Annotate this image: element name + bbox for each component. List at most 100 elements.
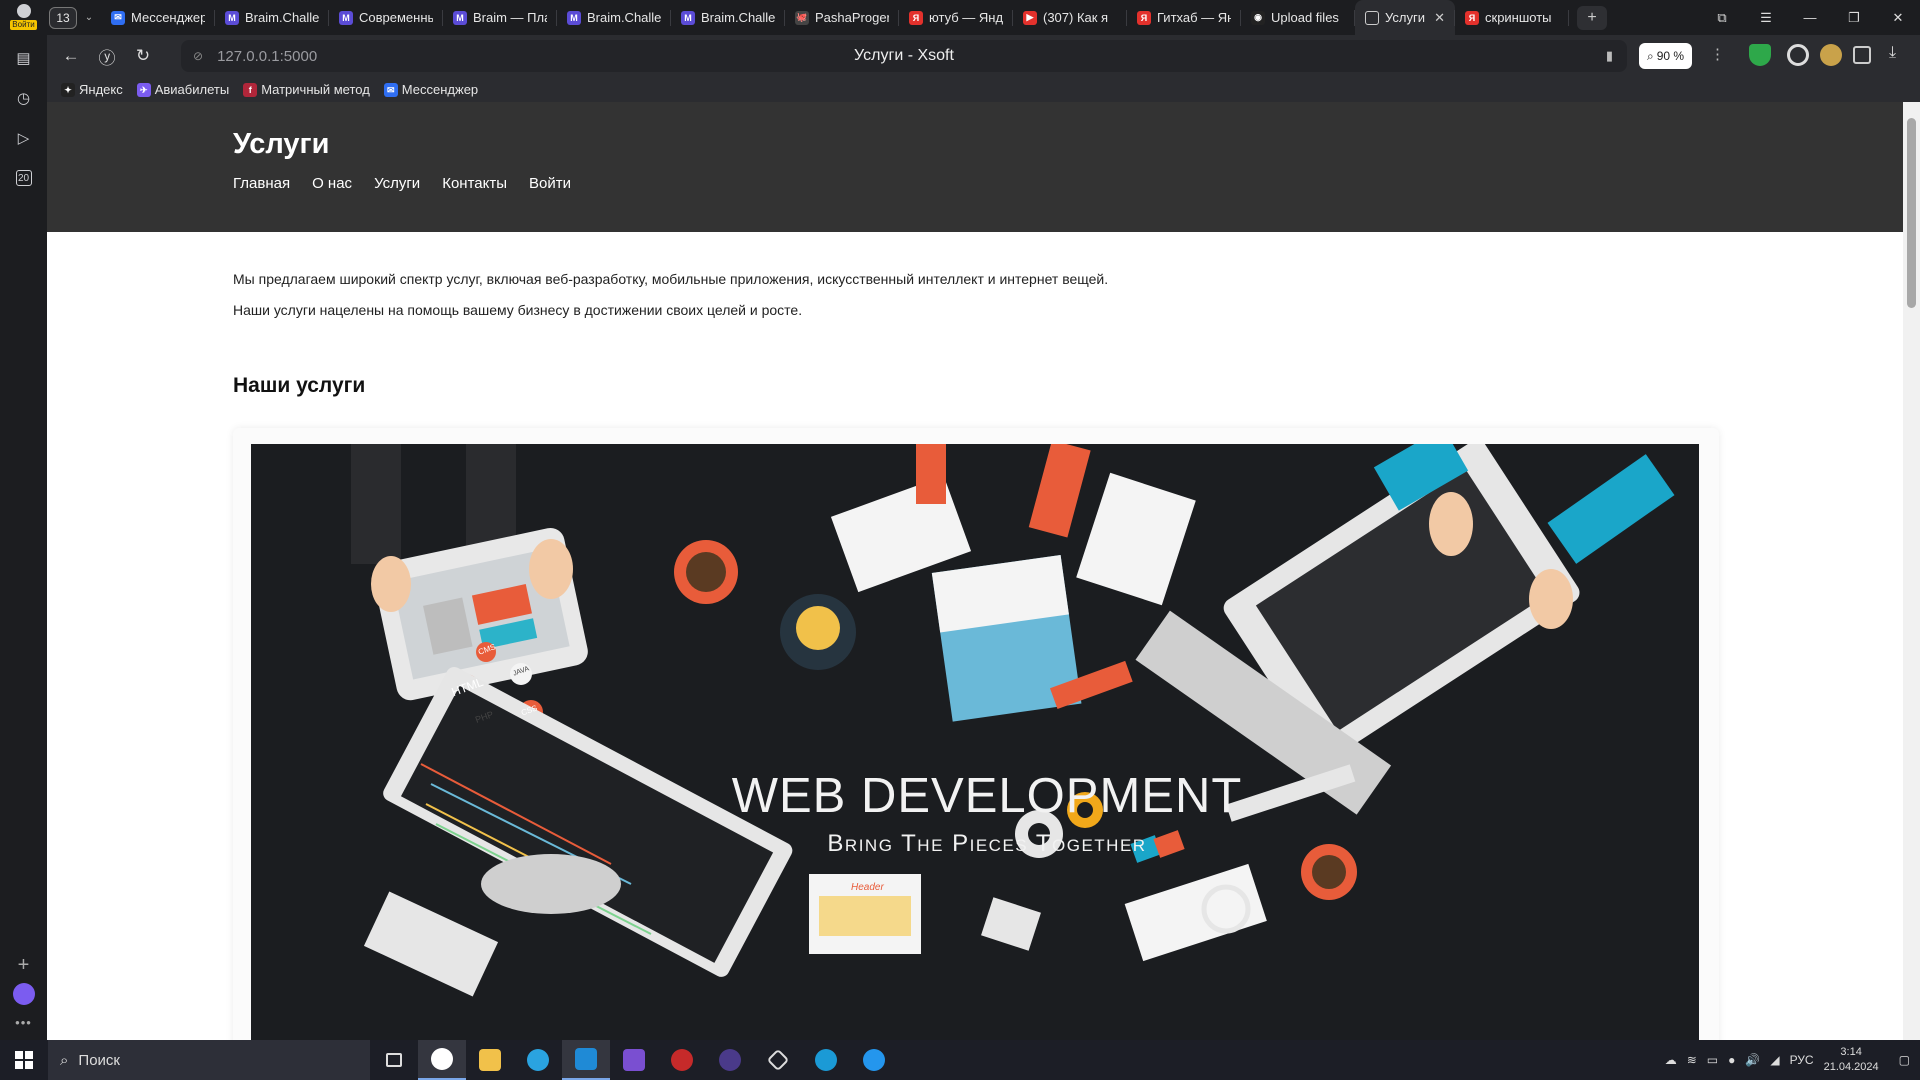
- profile-icon: [16, 4, 31, 18]
- address-bar[interactable]: ⊘ 127.0.0.1:5000 Услуги - Xsoft ▮: [181, 40, 1627, 72]
- tabs-panel-icon[interactable]: ⧉: [1700, 0, 1744, 35]
- vscode-app[interactable]: [562, 1040, 610, 1080]
- tab-favicon-icon: M: [225, 10, 239, 25]
- tab[interactable]: ◉ Upload files: [1241, 0, 1355, 35]
- site-nav: Главная О нас Услуги Контакты Войти: [233, 175, 1903, 192]
- tab[interactable]: ✉ Мессенджер: [101, 0, 215, 35]
- windows-taskbar: ⌕ Поиск ☁ ≋ ▭ ● 🔊 ◢ РУС 3:14 21.04.2024 …: [0, 1040, 1920, 1080]
- tab[interactable]: M Braim.Challenge: [671, 0, 785, 35]
- network-icon[interactable]: ◢: [1770, 1053, 1779, 1067]
- taskbar-search[interactable]: ⌕ Поиск: [48, 1040, 370, 1080]
- bookmarks-bar: ✦ Яндекс ✈ Авиабилеты f Матричный метод ✉ Мессе…: [47, 77, 1920, 102]
- app-red-icon[interactable]: [658, 1040, 706, 1080]
- intro-paragraph-2: Наши услуги нацелены на помощь вашему би…: [233, 302, 803, 318]
- shield-extension-icon[interactable]: [1749, 44, 1771, 66]
- video-icon[interactable]: ▷: [8, 122, 40, 154]
- visual-studio-app[interactable]: [610, 1040, 658, 1080]
- battery-icon[interactable]: ▭: [1707, 1053, 1718, 1067]
- volume-icon[interactable]: 🔊: [1745, 1053, 1760, 1067]
- bookmark-icon[interactable]: ▮: [1606, 48, 1613, 64]
- scrollbar-thumb[interactable]: [1907, 118, 1916, 308]
- language-indicator[interactable]: РУС: [1790, 1053, 1814, 1067]
- zoom-indicator[interactable]: ⌕ 90 %: [1639, 43, 1693, 69]
- browser-sidebar: Войти ▤ ◷ ▷ 20 + •••: [0, 0, 47, 1040]
- tablet-illustration: [351, 444, 588, 701]
- notifications-icon[interactable]: ▢: [1899, 1053, 1910, 1067]
- tab-label: Braim — Платформа: [473, 10, 547, 25]
- nav-link[interactable]: Войти: [529, 175, 571, 192]
- tab-count-button[interactable]: 13: [49, 6, 77, 29]
- tab[interactable]: M Braim.Challenge: [557, 0, 671, 35]
- tab[interactable]: 🐙 PashaProger: [785, 0, 899, 35]
- eclipse-app[interactable]: [706, 1040, 754, 1080]
- search-placeholder: Поиск: [78, 1051, 120, 1069]
- tab-favicon-icon: M: [681, 10, 695, 25]
- bookmark-label: Авиабилеты: [154, 82, 230, 97]
- telegram-app[interactable]: [514, 1040, 562, 1080]
- tab-favicon-icon: Я: [909, 10, 923, 25]
- tab[interactable]: M Современные: [329, 0, 443, 35]
- vpn-extension-icon[interactable]: [1787, 44, 1809, 66]
- banner-header-label: Header: [851, 882, 884, 893]
- tab-favicon-icon: 🐙: [795, 10, 809, 25]
- extension-icon[interactable]: [1820, 44, 1842, 66]
- nav-link[interactable]: Контакты: [442, 175, 507, 192]
- bookmark-item[interactable]: ✈ Авиабилеты: [136, 82, 230, 97]
- clock[interactable]: 3:14 21.04.2024: [1824, 1045, 1879, 1075]
- minimize-button[interactable]: —: [1788, 0, 1832, 35]
- page-scrollbar[interactable]: [1903, 102, 1920, 1040]
- close-tab-icon[interactable]: ✕: [1434, 10, 1445, 26]
- bookmark-item[interactable]: ✉ Мессенджер: [383, 82, 478, 97]
- banner-subtitle: Bring The Pieces Together: [827, 830, 1147, 857]
- nav-link[interactable]: Услуги: [374, 175, 420, 192]
- restore-button[interactable]: ❐: [1832, 0, 1876, 35]
- file-explorer-app[interactable]: [466, 1040, 514, 1080]
- nav-link[interactable]: О нас: [312, 175, 352, 192]
- microphone-icon[interactable]: ●: [1728, 1053, 1735, 1067]
- site-info-icon[interactable]: ⊘: [193, 49, 203, 63]
- alice-assistant-icon[interactable]: [12, 983, 35, 1005]
- banner-illustration: [351, 444, 1675, 997]
- add-panel-icon[interactable]: +: [18, 954, 30, 977]
- chevron-down-icon[interactable]: ⌄: [77, 12, 101, 23]
- tab[interactable]: M Braim.Challenge: [215, 0, 329, 35]
- back-button[interactable]: ←: [53, 46, 89, 66]
- reload-button[interactable]: ↻: [125, 46, 161, 66]
- page-heading: Услуги: [233, 128, 330, 160]
- tray-app-icon[interactable]: ≋: [1687, 1053, 1697, 1067]
- weather-icon[interactable]: ☁: [1665, 1053, 1677, 1067]
- yandex-browser-app[interactable]: [418, 1040, 466, 1080]
- login-button[interactable]: Войти: [10, 20, 37, 30]
- edge-app[interactable]: [802, 1040, 850, 1080]
- start-button[interactable]: [0, 1051, 48, 1069]
- history-icon[interactable]: ◷: [8, 82, 40, 114]
- tab[interactable]: Яютуб — Яндекс: [899, 0, 1013, 35]
- menu-icon[interactable]: ☰: [1744, 0, 1788, 35]
- tab[interactable]: M Braim — Платформа: [443, 0, 557, 35]
- task-view-icon[interactable]: [370, 1040, 418, 1080]
- bookmark-item[interactable]: f Матричный метод: [243, 82, 370, 97]
- profile-login[interactable]: Войти: [7, 4, 41, 34]
- collections-toolbar-icon[interactable]: [1853, 46, 1871, 64]
- tab[interactable]: Я Гитхаб — Яндекс: [1127, 0, 1241, 35]
- search-icon: ⌕: [60, 1051, 69, 1069]
- address-more-icon[interactable]: ⋮: [1710, 45, 1725, 63]
- tab-active[interactable]: Услуги - Xsoft ✕: [1355, 0, 1455, 35]
- docker-app[interactable]: [850, 1040, 898, 1080]
- document-icon: [1365, 10, 1379, 25]
- tab[interactable]: ▶ (307) Как я: [1013, 0, 1127, 35]
- nav-link[interactable]: Главная: [233, 175, 290, 192]
- tab-favicon-icon: ▶: [1023, 10, 1037, 25]
- tab-screenshots[interactable]: Я скриншоты: [1455, 0, 1569, 35]
- url-text: 127.0.0.1:5000: [217, 47, 318, 65]
- more-icon[interactable]: •••: [15, 1015, 32, 1030]
- window-controls: ⧉ ☰ — ❐ ✕: [1700, 0, 1920, 35]
- bookmark-item[interactable]: ✦ Яндекс: [61, 82, 123, 97]
- new-tab-button[interactable]: +: [1577, 5, 1607, 30]
- git-app[interactable]: [754, 1040, 802, 1080]
- tab-counter-button[interactable]: 20: [8, 162, 40, 194]
- yandex-home-icon[interactable]: ⓨ: [89, 44, 125, 69]
- collections-icon[interactable]: ▤: [8, 42, 40, 74]
- close-window-button[interactable]: ✕: [1876, 0, 1920, 35]
- downloads-icon[interactable]: ⤓: [1889, 44, 1911, 66]
